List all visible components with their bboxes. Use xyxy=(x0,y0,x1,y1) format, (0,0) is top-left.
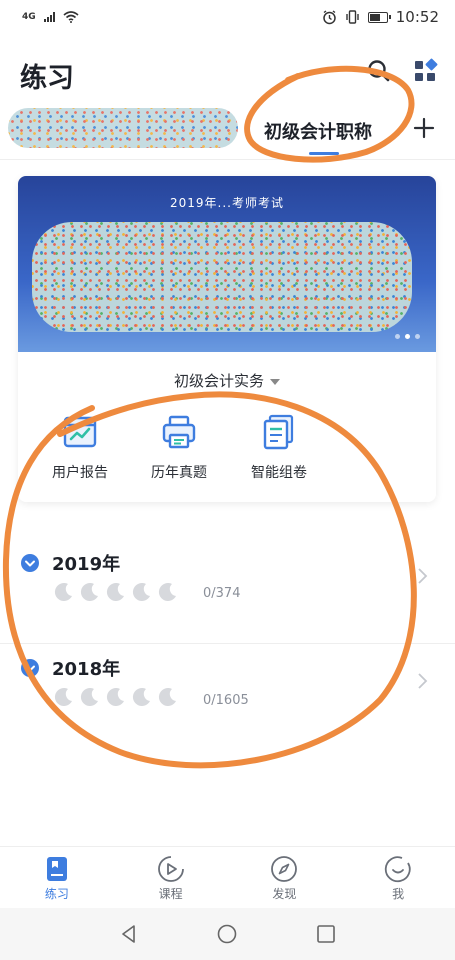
add-icon[interactable] xyxy=(412,116,436,140)
tool-label: 智能组卷 xyxy=(251,465,307,481)
nav-label: 发现 xyxy=(272,887,297,901)
status-bar: 4G 10:52 xyxy=(0,0,455,34)
caret-down-icon xyxy=(270,378,280,385)
wifi-icon xyxy=(63,11,79,23)
signal-icon xyxy=(43,12,55,22)
nav-me[interactable]: 我 xyxy=(341,847,455,908)
bottom-nav: 练习 课程 发现 我 xyxy=(0,846,455,908)
moon-icon xyxy=(132,688,150,707)
play-icon xyxy=(157,856,184,882)
year-title: 2018年 xyxy=(52,659,121,680)
nav-practice[interactable]: 练习 xyxy=(0,847,114,908)
chevron-right-icon[interactable] xyxy=(416,567,428,585)
nav-label: 我 xyxy=(392,887,405,901)
chevron-circle-icon[interactable] xyxy=(21,659,39,677)
nav-label: 课程 xyxy=(158,887,183,901)
nav-label: 练习 xyxy=(44,887,69,901)
moon-icon xyxy=(158,688,176,707)
moon-icon xyxy=(132,583,150,602)
paper-stack-icon xyxy=(263,414,294,450)
year-title: 2019年 xyxy=(52,554,121,575)
redacted-banner xyxy=(32,222,412,332)
carousel-dot[interactable] xyxy=(395,334,400,339)
moon-icon xyxy=(80,583,98,602)
chevron-right-icon[interactable] xyxy=(416,672,428,690)
moon-rating xyxy=(52,687,178,709)
apps-grid-icon[interactable] xyxy=(412,58,438,84)
report-icon xyxy=(63,416,97,448)
tab-active[interactable]: 初级会计职称 xyxy=(264,118,372,144)
page-title: 练习 xyxy=(20,63,74,94)
subject-dropdown[interactable]: 初级会计实务 xyxy=(18,370,436,391)
moon-icon xyxy=(80,688,98,707)
moon-icon xyxy=(106,583,124,602)
status-left: 4G xyxy=(22,11,79,23)
search-icon[interactable] xyxy=(366,58,392,84)
redacted-tabs xyxy=(8,108,238,148)
moon-rating xyxy=(52,582,178,604)
year-item-2019[interactable]: 2019年 0/374 xyxy=(0,536,455,636)
compass-icon xyxy=(271,856,298,882)
printer-icon xyxy=(162,415,196,449)
chevron-circle-icon[interactable] xyxy=(21,554,39,572)
subject-card: 2019年...考师考试 初级会计实务 用户报告 历年真题 智能组卷 xyxy=(18,176,436,502)
carousel-dot[interactable] xyxy=(405,334,410,339)
tool-label: 历年真题 xyxy=(151,465,207,481)
practice-icon xyxy=(46,857,67,881)
back-icon[interactable] xyxy=(118,923,140,945)
subject-label: 初级会计实务 xyxy=(173,372,264,390)
carousel-dots xyxy=(395,334,420,339)
tool-user-report[interactable]: 用户报告 xyxy=(32,412,128,482)
year-item-2018[interactable]: 2018年 0/1605 xyxy=(0,643,455,743)
moon-icon xyxy=(158,583,176,602)
smile-icon xyxy=(384,856,411,883)
progress-count: 0/374 xyxy=(203,586,241,601)
network-type: 4G xyxy=(22,11,36,22)
moon-icon xyxy=(54,583,72,602)
banner[interactable]: 2019年...考师考试 xyxy=(18,176,436,352)
moon-icon xyxy=(54,688,72,707)
moon-icon xyxy=(106,688,124,707)
battery-icon xyxy=(367,11,391,23)
tool-smart-paper[interactable]: 智能组卷 xyxy=(231,412,327,482)
banner-title: 2019年...考师考试 xyxy=(170,196,284,210)
nav-courses[interactable]: 课程 xyxy=(114,847,228,908)
vibrate-icon xyxy=(345,10,360,24)
subject-tabs: 初级会计职称 xyxy=(0,104,455,160)
nav-discover[interactable]: 发现 xyxy=(228,847,342,908)
tool-label: 用户报告 xyxy=(52,465,108,481)
alarm-icon xyxy=(322,9,337,25)
home-icon[interactable] xyxy=(216,923,238,945)
status-right: 10:52 xyxy=(322,8,439,26)
system-nav xyxy=(0,908,455,960)
tab-indicator xyxy=(309,152,339,155)
carousel-dot[interactable] xyxy=(415,334,420,339)
tool-past-exams[interactable]: 历年真题 xyxy=(131,412,227,482)
tools-row: 用户报告 历年真题 智能组卷 xyxy=(18,412,436,492)
progress-count: 0/1605 xyxy=(203,693,249,708)
recents-icon[interactable] xyxy=(315,923,337,945)
clock: 10:52 xyxy=(395,8,439,26)
